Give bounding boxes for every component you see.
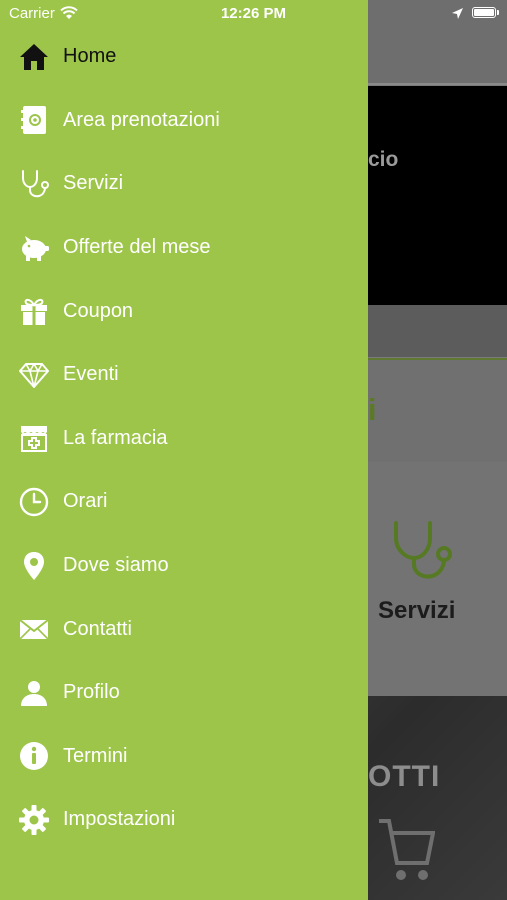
battery-cap [497, 10, 499, 15]
info-icon [18, 740, 50, 772]
menu-label: Impostazioni [63, 808, 176, 831]
booking-book-icon [18, 104, 50, 136]
clock-icon [18, 486, 50, 518]
piggy-bank-icon [18, 232, 50, 264]
menu-label: Orari [63, 490, 108, 513]
menu-label: Offerte del mese [63, 236, 211, 259]
diamond-icon [18, 359, 50, 391]
menu-item-impostazioni[interactable]: Impostazioni [0, 788, 368, 852]
menu-item-coupon[interactable]: Coupon [0, 279, 368, 343]
gear-icon [18, 804, 50, 836]
menu-label: Eventi [63, 363, 119, 386]
background-hero-text: cio [368, 148, 399, 171]
menu-item-servizi[interactable]: Servizi [0, 152, 368, 216]
menu-label: Servizi [63, 172, 124, 195]
stethoscope-icon [18, 168, 50, 200]
menu-item-profilo[interactable]: Profilo [0, 661, 368, 725]
pharmacy-store-icon [18, 422, 50, 454]
menu-item-offerte-del-mese[interactable]: Offerte del mese [0, 216, 368, 280]
side-drawer: Home Area prenotazioni Servizi Offerte d… [0, 0, 368, 900]
menu-item-termini[interactable]: Termini [0, 725, 368, 789]
menu-label: Dove siamo [63, 554, 169, 577]
menu-label: Coupon [63, 299, 134, 322]
menu-label: Termini [63, 744, 128, 767]
menu-item-la-farmacia[interactable]: La farmacia [0, 407, 368, 471]
menu-item-contatti[interactable]: Contatti [0, 597, 368, 661]
menu-item-orari[interactable]: Orari [0, 470, 368, 534]
home-icon [18, 41, 50, 73]
menu-label: Home [63, 45, 117, 68]
menu-item-area-prenotazioni[interactable]: Area prenotazioni [0, 89, 368, 153]
menu-label: Contatti [63, 617, 132, 640]
cart-icon [379, 819, 435, 880]
map-pin-icon [18, 550, 50, 582]
background-tile-label: Servizi [378, 597, 456, 624]
menu-label: Area prenotazioni [63, 108, 220, 131]
menu-item-dove-siamo[interactable]: Dove siamo [0, 534, 368, 598]
clock-time: 12:26 PM [220, 5, 287, 22]
status-bar: Carrier 12:26 PM [0, 0, 507, 28]
battery-icon [472, 7, 496, 18]
drawer-menu: Home Area prenotazioni Servizi Offerte d… [0, 25, 368, 852]
location-arrow-icon [452, 8, 463, 19]
envelope-icon [18, 613, 50, 645]
menu-item-home[interactable]: Home [0, 25, 368, 89]
menu-item-eventi[interactable]: Eventi [0, 343, 368, 407]
menu-label: Profilo [63, 681, 120, 704]
gift-icon [18, 295, 50, 327]
background-products-text: OTTI [368, 760, 441, 793]
stethoscope-icon [394, 521, 452, 579]
user-icon [18, 677, 50, 709]
menu-label: La farmacia [63, 426, 168, 449]
